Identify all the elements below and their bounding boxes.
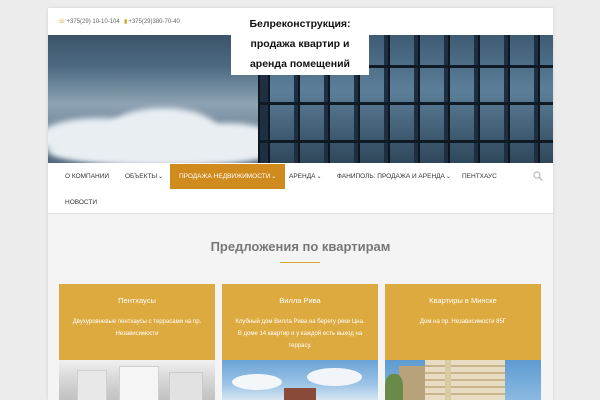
nav-item-about[interactable]: О компании: [56, 164, 118, 189]
phone-1-text: +375(29) 10-10-104: [66, 19, 120, 25]
nav-item-rent[interactable]: Аренда⌄: [280, 164, 330, 189]
card-image-penthouse[interactable]: [59, 360, 215, 400]
phone-icon: ☏: [58, 19, 66, 25]
card-description: Двухуровневые пентхаусы с террасами на п…: [72, 319, 202, 337]
card-title: Вилла Рива: [279, 296, 321, 305]
nav-item-label: Объекты: [125, 173, 158, 180]
nav-item-label: Пентхаус: [462, 173, 497, 180]
card-title: Пентхаусы: [118, 296, 156, 305]
chevron-down-icon: ⌄: [271, 174, 277, 180]
card-description: Клубный дом Вилла Рива на берегу реки Цн…: [235, 319, 365, 349]
nav-item-label: Новости: [65, 199, 98, 206]
page: ☏+375(29) 10-10-104 ▮+375(29)380-70-40 Б…: [48, 8, 553, 400]
card-minsk-apartments[interactable]: Квартиры в Минске Дом на пр. Независимос…: [385, 284, 541, 400]
site-title-text: Белреконструкция: продажа квартир и арен…: [249, 18, 351, 70]
card-description: Дом на пр. Независимости 85Г: [419, 319, 507, 325]
nav-item-objects[interactable]: Объекты⌄: [116, 164, 172, 189]
main-nav: О компании Объекты⌄ Продажа недвижимости…: [48, 163, 553, 214]
section-divider: [280, 262, 320, 263]
chevron-down-icon: ⌄: [445, 174, 451, 180]
section-title: Предложения по квартирам: [210, 239, 391, 254]
card-title: Квартиры в Минске: [429, 296, 497, 305]
phone-2-text: +375(29)380-70-40: [128, 19, 180, 25]
search-icon[interactable]: [533, 171, 543, 181]
nav-item-label: Продажа недвижимости: [179, 173, 271, 180]
phone-2[interactable]: ▮+375(29)380-70-40: [124, 18, 180, 25]
hero-banner: ☏+375(29) 10-10-104 ▮+375(29)380-70-40 Б…: [48, 8, 553, 163]
card-penthouses[interactable]: Пентхаусы Двухуровневые пентхаусы с терр…: [59, 284, 215, 400]
chevron-down-icon: ⌄: [316, 174, 322, 180]
card-villa-riva[interactable]: Вилла Рива Клубный дом Вилла Рива на бер…: [222, 284, 378, 400]
nav-item-label: О компании: [65, 173, 110, 180]
nav-item-sale[interactable]: Продажа недвижимости⌄: [170, 164, 286, 189]
mobile-phone-icon: ▮: [124, 19, 128, 25]
nav-item-label: Фаниполь: продажа и аренда: [337, 173, 445, 180]
nav-item-fanipol[interactable]: Фаниполь: продажа и аренда⌄: [328, 164, 460, 189]
phone-1[interactable]: ☏+375(29) 10-10-104: [58, 18, 120, 25]
card-image-minsk[interactable]: [385, 360, 541, 400]
nav-item-penthouse[interactable]: Пентхаус: [453, 164, 506, 189]
card-image-villa[interactable]: [222, 360, 378, 400]
nav-item-news[interactable]: Новости: [56, 190, 106, 215]
site-title[interactable]: Белреконструкция: продажа квартир и арен…: [231, 8, 369, 75]
nav-item-label: Аренда: [289, 173, 316, 180]
chevron-down-icon: ⌄: [158, 174, 164, 180]
